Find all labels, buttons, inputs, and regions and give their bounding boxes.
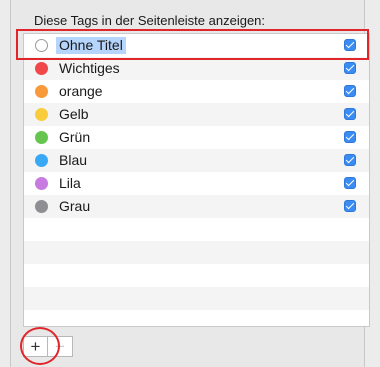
tag-show-checkbox[interactable] <box>344 108 356 120</box>
tag-label[interactable]: Ohne Titel <box>56 37 126 54</box>
tag-label[interactable]: Wichtiges <box>59 60 120 77</box>
tag-label[interactable]: Lila <box>59 175 81 192</box>
tag-color-dot <box>35 154 48 167</box>
tag-show-checkbox[interactable] <box>344 177 356 189</box>
list-button-bar: + − <box>23 336 73 358</box>
tags-heading: Diese Tags in der Seitenleiste anzeigen: <box>34 13 266 28</box>
tag-row[interactable]: Grau <box>24 195 369 218</box>
tag-row[interactable]: Blau <box>24 149 369 172</box>
tag-label[interactable]: Grün <box>59 129 90 146</box>
tag-show-checkbox[interactable] <box>344 131 356 143</box>
tag-label[interactable]: Blau <box>59 152 87 169</box>
tag-row[interactable]: Lila <box>24 172 369 195</box>
tag-color-dot <box>35 108 48 121</box>
tag-row[interactable]: Grün <box>24 126 369 149</box>
empty-row <box>24 310 369 326</box>
remove-tag-button[interactable]: − <box>48 336 73 357</box>
tag-color-dot <box>35 131 48 144</box>
add-tag-button[interactable]: + <box>23 336 48 357</box>
empty-row <box>24 287 369 310</box>
tag-show-checkbox[interactable] <box>344 85 356 97</box>
tag-show-checkbox[interactable] <box>344 39 356 51</box>
tag-label[interactable]: Grau <box>59 198 90 215</box>
tag-color-dot <box>35 62 48 75</box>
tags-list[interactable]: Ohne Titel Wichtiges orange Gelb Grün Bl… <box>23 33 370 327</box>
tag-color-dot <box>35 85 48 98</box>
tag-color-dot <box>35 177 48 190</box>
tag-color-dot <box>35 39 48 52</box>
tag-show-checkbox[interactable] <box>344 62 356 74</box>
tag-row[interactable]: Gelb <box>24 103 369 126</box>
empty-row <box>24 264 369 287</box>
tag-row[interactable]: Wichtiges <box>24 57 369 80</box>
tag-row[interactable]: Ohne Titel <box>24 34 369 57</box>
tag-row[interactable]: orange <box>24 80 369 103</box>
tag-label[interactable]: orange <box>59 83 103 100</box>
empty-row <box>24 241 369 264</box>
empty-row <box>24 218 369 241</box>
tag-show-checkbox[interactable] <box>344 200 356 212</box>
tag-show-checkbox[interactable] <box>344 154 356 166</box>
tag-color-dot <box>35 200 48 213</box>
tag-label[interactable]: Gelb <box>59 106 89 123</box>
